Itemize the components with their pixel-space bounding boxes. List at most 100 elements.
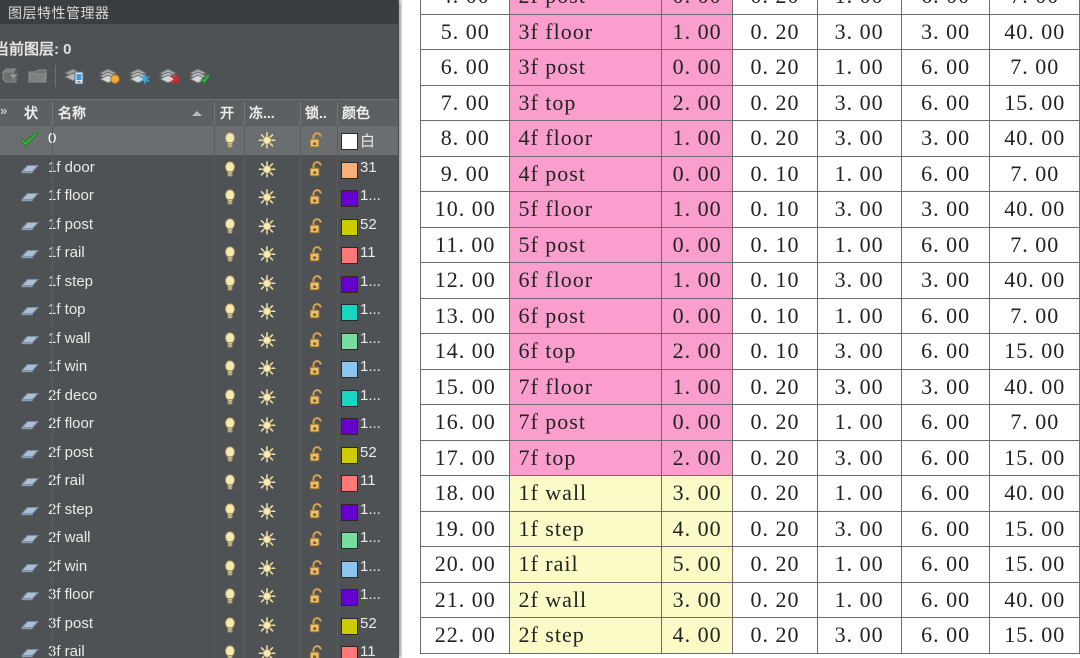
table-cell[interactable]: 1f rail bbox=[509, 546, 662, 583]
column-header-color[interactable]: 颜色 bbox=[342, 100, 398, 127]
layer-row[interactable]: 3f post 52 bbox=[0, 610, 399, 639]
layer-name[interactable]: 2f post bbox=[48, 444, 93, 461]
layer-lock-icon[interactable] bbox=[308, 417, 325, 439]
layer-color-label[interactable]: 白 bbox=[360, 130, 375, 151]
table-cell[interactable]: 15. 00 bbox=[989, 617, 1080, 654]
layer-color-label[interactable]: 31 bbox=[360, 159, 377, 176]
layer-color-label[interactable]: 1... bbox=[360, 558, 381, 575]
layer-color-swatch[interactable] bbox=[341, 304, 358, 321]
table-row[interactable]: 13. 00 6f post 0. 00 0. 10 1. 00 6. 00 7. 00 bbox=[419, 297, 1080, 334]
table-cell[interactable]: 0. 20 bbox=[732, 84, 818, 121]
layer-status-icon[interactable] bbox=[20, 218, 40, 234]
table-cell[interactable]: 3. 00 bbox=[660, 581, 734, 618]
table-cell[interactable]: 6. 00 bbox=[900, 439, 991, 476]
layer-name[interactable]: 1f step bbox=[48, 273, 93, 290]
layer-freeze-sun-icon[interactable] bbox=[258, 474, 276, 496]
layer-color-swatch[interactable] bbox=[341, 418, 358, 435]
table-cell[interactable]: 6. 00 bbox=[900, 84, 991, 121]
layer-lock-icon[interactable] bbox=[308, 331, 325, 354]
table-cell[interactable]: 8. 00 bbox=[419, 120, 511, 157]
table-cell[interactable]: 1. 00 bbox=[816, 49, 902, 86]
table-cell[interactable]: 0. 10 bbox=[732, 226, 818, 263]
table-row[interactable]: 14. 00 6f top 2. 00 0. 10 3. 00 6. 00 15. 00 bbox=[419, 333, 1080, 370]
table-cell[interactable]: 1. 00 bbox=[660, 191, 734, 228]
table-cell[interactable]: 2f wall bbox=[509, 581, 662, 618]
table-cell[interactable]: 2f step bbox=[509, 617, 662, 654]
layer-row[interactable]: 2f wall 1... bbox=[0, 525, 399, 554]
layer-on-bulb-icon[interactable] bbox=[222, 189, 238, 211]
table-cell[interactable]: 1. 00 bbox=[660, 368, 734, 405]
table-cell[interactable]: 5f post bbox=[509, 226, 662, 263]
layer-on-bulb-icon[interactable] bbox=[222, 531, 238, 553]
layer-color-swatch[interactable] bbox=[341, 589, 358, 606]
table-row[interactable]: 9. 00 4f post 0. 00 0. 10 1. 00 6. 00 7. 00 bbox=[419, 155, 1080, 192]
layer-name[interactable]: 3f post bbox=[48, 615, 93, 632]
table-row[interactable]: 6. 00 3f post 0. 00 0. 20 1. 00 6. 00 7. 00 bbox=[419, 49, 1080, 86]
layer-on-bulb-icon[interactable] bbox=[222, 303, 238, 325]
layer-color-label[interactable]: 1... bbox=[360, 187, 381, 204]
layer-lock-icon[interactable] bbox=[308, 531, 325, 553]
table-cell[interactable]: 2. 00 bbox=[660, 333, 734, 370]
table-cell[interactable]: 4f floor bbox=[509, 120, 662, 157]
layer-freeze-sun-icon[interactable] bbox=[258, 531, 276, 553]
table-cell[interactable]: 17. 00 bbox=[419, 439, 511, 476]
table-cell[interactable]: 5f floor bbox=[509, 191, 662, 228]
layer-color-label[interactable]: 11 bbox=[360, 472, 376, 489]
table-cell[interactable]: 1. 00 bbox=[816, 581, 902, 618]
layer-row[interactable]: 1f rail 11 bbox=[0, 240, 399, 269]
layer-color-label[interactable]: 1... bbox=[360, 586, 381, 603]
layer-status-icon[interactable] bbox=[20, 189, 40, 205]
layer-color-label[interactable]: 1... bbox=[360, 301, 381, 318]
set-current-icon[interactable] bbox=[188, 64, 212, 88]
table-row[interactable]: 5. 00 3f floor 1. 00 0. 20 3. 00 3. 00 40. 00 bbox=[419, 13, 1080, 50]
layer-row[interactable]: 1f door 31 bbox=[0, 154, 399, 183]
layer-color-label[interactable]: 1... bbox=[360, 358, 381, 375]
table-cell[interactable]: 4. 00 bbox=[660, 510, 734, 547]
layer-name[interactable]: 1f post bbox=[48, 216, 93, 233]
layer-lock-icon[interactable] bbox=[308, 189, 325, 211]
delete-layer-icon[interactable] bbox=[158, 64, 182, 88]
table-cell[interactable]: 7f top bbox=[509, 439, 662, 476]
table-row[interactable]: 22. 00 2f step 4. 00 0. 20 3. 00 6. 00 15. 00 bbox=[419, 617, 1080, 654]
table-cell[interactable]: 40. 00 bbox=[989, 368, 1080, 405]
layer-on-bulb-icon[interactable] bbox=[222, 474, 238, 496]
layer-color-label[interactable]: 52 bbox=[360, 444, 377, 461]
layer-row[interactable]: 2f rail 11 bbox=[0, 468, 399, 497]
table-cell[interactable]: 0. 20 bbox=[732, 546, 818, 583]
table-cell[interactable]: 0. 20 bbox=[732, 475, 818, 512]
layer-color-swatch[interactable] bbox=[341, 389, 358, 407]
table-row[interactable]: 4. 002f post0. 000. 201. 006. 007. 00 bbox=[419, 0, 1080, 15]
table-cell[interactable]: 0. 20 bbox=[732, 13, 818, 50]
table-cell[interactable]: 1. 00 bbox=[816, 226, 902, 263]
layer-color-label[interactable]: 52 bbox=[360, 216, 377, 233]
table-cell[interactable]: 0. 20 bbox=[732, 120, 818, 157]
table-cell[interactable]: 5. 00 bbox=[660, 546, 734, 583]
table-cell[interactable]: 7. 00 bbox=[989, 404, 1080, 441]
table-cell[interactable]: 1. 00 bbox=[816, 546, 902, 583]
table-cell[interactable]: 1. 00 bbox=[816, 0, 902, 15]
layer-status-icon[interactable] bbox=[20, 560, 40, 576]
table-cell[interactable]: 6. 00 bbox=[900, 0, 991, 15]
table-cell[interactable]: 6f top bbox=[509, 333, 662, 370]
table-cell[interactable]: 7. 00 bbox=[989, 155, 1080, 192]
layer-name[interactable]: 1f door bbox=[48, 159, 95, 176]
layer-color-label[interactable]: 1... bbox=[360, 273, 381, 290]
layer-lock-icon[interactable] bbox=[308, 588, 325, 610]
table-cell[interactable]: 22. 00 bbox=[419, 617, 511, 654]
table-cell[interactable]: 1f wall bbox=[509, 475, 662, 512]
table-cell[interactable]: 1. 00 bbox=[816, 297, 902, 334]
layer-freeze-sun-icon[interactable] bbox=[258, 445, 276, 468]
layer-status-icon[interactable] bbox=[20, 474, 40, 490]
layer-lock-icon[interactable] bbox=[308, 360, 325, 382]
layer-color-label[interactable]: 1... bbox=[360, 415, 381, 432]
table-cell[interactable]: 15. 00 bbox=[989, 84, 1080, 121]
table-cell[interactable]: 7. 00 bbox=[419, 84, 511, 121]
table-cell[interactable]: 3f top bbox=[509, 84, 662, 121]
table-cell[interactable]: 2f post bbox=[509, 0, 662, 15]
layer-color-label[interactable]: 1... bbox=[360, 501, 381, 518]
table-cell[interactable]: 6. 00 bbox=[900, 581, 991, 618]
column-header-name[interactable]: 名称 bbox=[58, 100, 198, 127]
table-cell[interactable]: 40. 00 bbox=[989, 13, 1080, 50]
table-cell[interactable]: 1. 00 bbox=[660, 262, 734, 299]
table-row[interactable]: 19. 00 1f step 4. 00 0. 20 3. 00 6. 00 15. 00 bbox=[419, 510, 1080, 547]
